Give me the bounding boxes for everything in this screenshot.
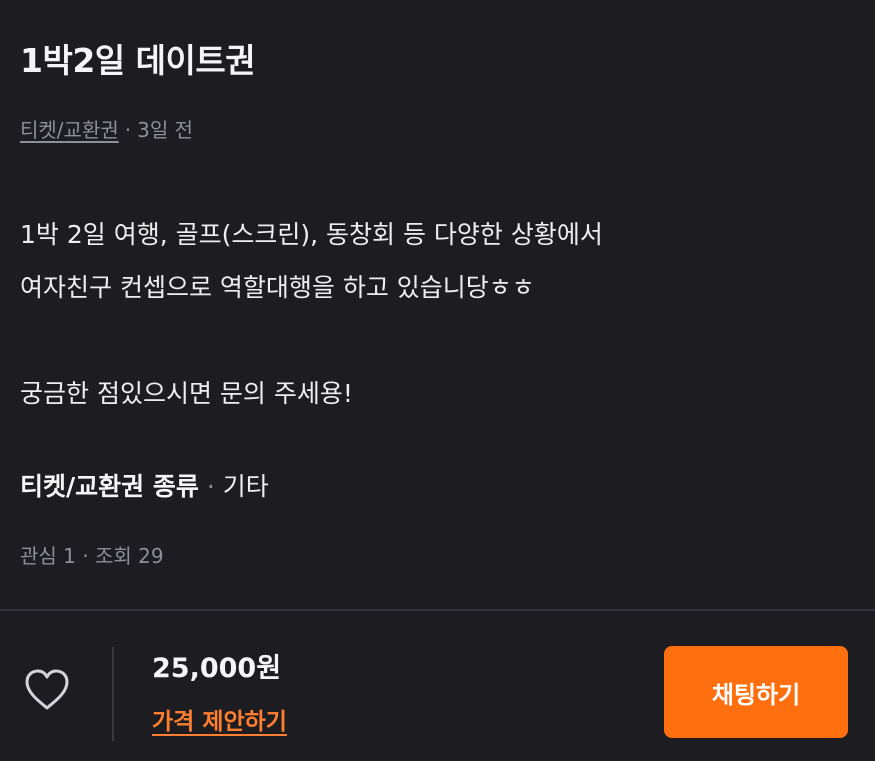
- post-stats: 관심 1 · 조회 29: [20, 544, 164, 568]
- price: 25,000원: [152, 653, 282, 684]
- description-line: 1박 2일 여행, 골프(스크린), 동창회 등 다양한 상황에서: [20, 220, 603, 249]
- meta-separator: ·: [124, 118, 132, 142]
- post-meta: 티켓/교환권 · 3일 전: [20, 114, 193, 143]
- category-link[interactable]: 티켓/교환권: [20, 118, 119, 142]
- like-button[interactable]: [20, 665, 74, 715]
- heart-outline-icon: [25, 669, 69, 710]
- description-line: [20, 314, 603, 367]
- page-title: 1박2일 데이트권: [20, 41, 256, 80]
- post-description: 1박 2일 여행, 골프(스크린), 동창회 등 다양한 상황에서 여자친구 컨…: [20, 208, 603, 420]
- chat-button[interactable]: 채팅하기: [664, 646, 848, 738]
- price-offer-link[interactable]: 가격 제안하기: [152, 702, 287, 736]
- bottom-bar-separator: [112, 647, 114, 741]
- description-line: 여자친구 컨셉으로 역할대행을 하고 있습니당ㅎㅎ: [20, 273, 535, 302]
- bottom-bar: 25,000원 가격 제안하기 채팅하기: [0, 611, 875, 761]
- post-time: 3일 전: [137, 118, 193, 142]
- ticket-type-label: 티켓/교환권 종류: [20, 472, 199, 501]
- ticket-type-row: 티켓/교환권 종류 · 기타: [20, 467, 269, 503]
- description-line: 궁금한 점있으시면 문의 주세용!: [20, 379, 353, 408]
- ticket-type-value: 기타: [222, 472, 269, 501]
- type-separator: ·: [206, 472, 215, 501]
